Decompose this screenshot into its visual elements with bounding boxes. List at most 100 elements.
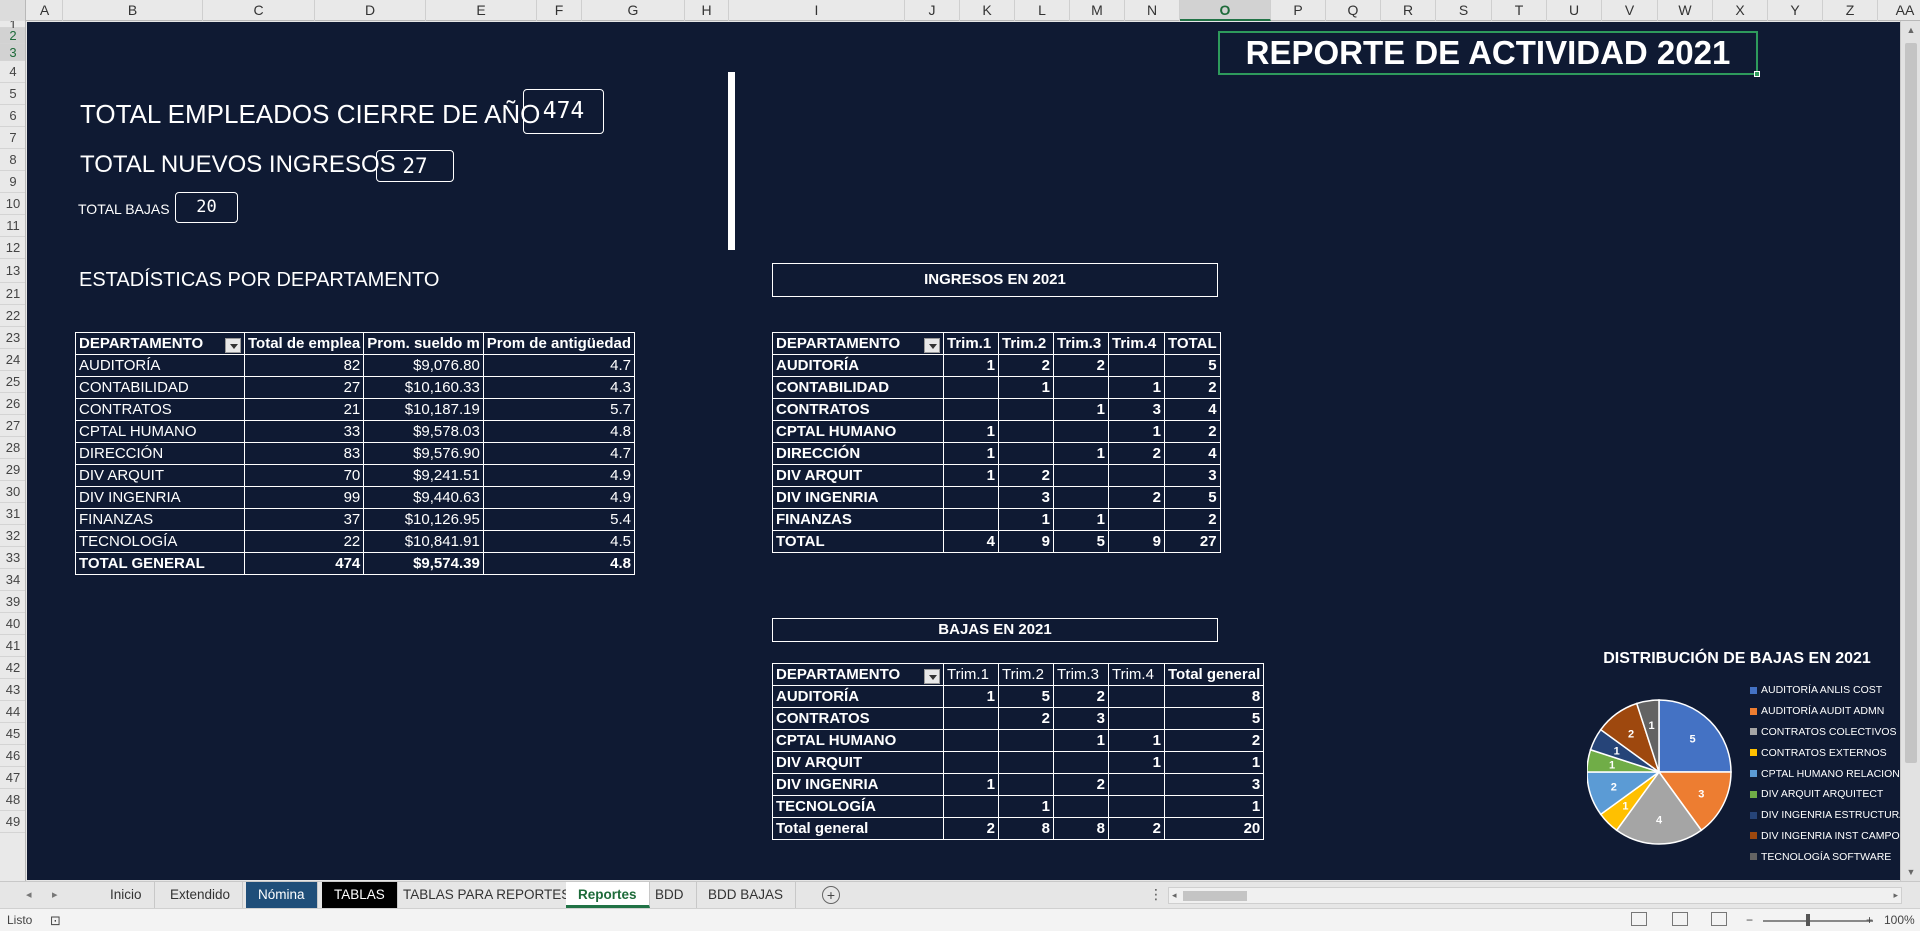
- dept_table-cell[interactable]: $9,578.03: [363, 420, 484, 443]
- row-header-31[interactable]: 31: [0, 503, 25, 525]
- bajas-cell[interactable]: 5: [1163, 707, 1265, 730]
- dept_table-cell[interactable]: $9,574.39: [363, 552, 484, 575]
- ingresos-cell[interactable]: [1053, 376, 1109, 399]
- ingresos-cell[interactable]: [998, 398, 1054, 421]
- zoom-out-icon[interactable]: −: [1746, 913, 1753, 927]
- bajas-cell[interactable]: 3: [1163, 773, 1265, 796]
- tab-scroll-right-icon[interactable]: ▸: [52, 888, 58, 901]
- ingresos-cell[interactable]: [943, 508, 999, 531]
- dept_table-header-cell[interactable]: Total de emplea: [243, 332, 365, 355]
- ingresos-cell[interactable]: CONTRATOS: [772, 398, 944, 421]
- column-header-y[interactable]: Y: [1768, 0, 1823, 21]
- ingresos-header-cell[interactable]: Trim.2: [998, 332, 1054, 355]
- column-header-v[interactable]: V: [1602, 0, 1658, 21]
- ingresos-cell[interactable]: [1108, 354, 1165, 377]
- dept-stats-table[interactable]: DEPARTAMENTO Total de emplea Prom. sueldo …: [75, 332, 635, 575]
- column-header-o[interactable]: O: [1180, 0, 1271, 21]
- plus-circle-icon[interactable]: +: [822, 886, 840, 904]
- ingresos-cell[interactable]: 2: [1164, 420, 1221, 443]
- bajas-header-cell[interactable]: Trim.2: [998, 663, 1054, 686]
- scroll-right-arrow-icon[interactable]: ▸: [1893, 888, 1898, 903]
- ingresos-cell[interactable]: 1: [943, 354, 999, 377]
- ingresos-total-row[interactable]: TOTAL 4 9 5 9 27: [772, 530, 1221, 553]
- ingresos-cell[interactable]: [1053, 464, 1109, 487]
- sheet-tab[interactable]: Extendido: [158, 882, 244, 908]
- column-header-p[interactable]: P: [1271, 0, 1326, 21]
- row-header-41[interactable]: 41: [0, 635, 25, 657]
- column-header-l[interactable]: L: [1015, 0, 1070, 21]
- ingresos-cell[interactable]: 1: [998, 376, 1054, 399]
- column-header-aa[interactable]: AA: [1878, 0, 1920, 21]
- dept_table-cell[interactable]: TECNOLOGÍA: [75, 530, 245, 553]
- bajas-cell[interactable]: 1: [1053, 729, 1109, 752]
- ingresos-row[interactable]: DIV INGENRIA 3 2 5: [772, 486, 1221, 509]
- column-header-g[interactable]: G: [582, 0, 685, 21]
- dept_table-cell[interactable]: CONTRATOS: [75, 398, 245, 421]
- fill-handle[interactable]: [1754, 71, 1760, 77]
- ingresos-row[interactable]: DIRECCIÓN 1 1 2 4: [772, 442, 1221, 465]
- dept_table-row[interactable]: DIRECCIÓN 83 $9,576.90 4.7: [75, 442, 635, 465]
- dept_table-row[interactable]: TECNOLOGÍA 22 $10,841.91 4.5: [75, 530, 635, 553]
- bajas-table[interactable]: DEPARTAMENTO Trim.1 Trim.2 Trim.3 Trim.4 Tota…: [772, 663, 1265, 840]
- column-header-x[interactable]: X: [1713, 0, 1768, 21]
- dept_table-cell[interactable]: $9,076.80: [363, 354, 484, 377]
- bajas-cell[interactable]: 3: [1053, 707, 1109, 730]
- sheet-tab[interactable]: Inicio: [98, 882, 155, 908]
- bajas-cell[interactable]: AUDITORÍA: [772, 685, 944, 708]
- dept_table-cell[interactable]: 4.3: [482, 376, 635, 399]
- tab-scroll-left-icon[interactable]: ◂: [26, 888, 32, 901]
- bajas-header-cell[interactable]: DEPARTAMENTO: [772, 663, 944, 686]
- dept_table-cell[interactable]: TOTAL GENERAL: [75, 552, 245, 575]
- ingresos-header-cell[interactable]: DEPARTAMENTO: [772, 332, 944, 355]
- row-header-33[interactable]: 33: [0, 547, 25, 569]
- bajas-cell[interactable]: DIV INGENRIA: [772, 773, 944, 796]
- ingresos-cell[interactable]: 1: [943, 442, 999, 465]
- bajas-header-cell[interactable]: Trim.1: [943, 663, 999, 686]
- column-header-q[interactable]: Q: [1326, 0, 1381, 21]
- zoom-in-icon[interactable]: +: [1866, 913, 1873, 927]
- bajas-header-cell[interactable]: Trim.3: [1053, 663, 1109, 686]
- ingresos-cell[interactable]: 5: [1053, 530, 1109, 553]
- column-header-j[interactable]: J: [905, 0, 960, 21]
- bajas-cell[interactable]: 2: [1163, 729, 1265, 752]
- ingresos-cell[interactable]: 3: [1108, 398, 1165, 421]
- column-header-h[interactable]: H: [685, 0, 729, 21]
- row-header-30[interactable]: 30: [0, 481, 25, 503]
- ingresos-row[interactable]: CONTABILIDAD 1 1 2: [772, 376, 1221, 399]
- ingresos-header-cell[interactable]: Trim.3: [1053, 332, 1109, 355]
- row-header-26[interactable]: 26: [0, 393, 25, 415]
- bajas-cell[interactable]: 8: [1163, 685, 1265, 708]
- filter-dropdown-icon[interactable]: [924, 337, 940, 353]
- ingresos-cell[interactable]: [1108, 464, 1165, 487]
- ingresos-cell[interactable]: 27: [1164, 530, 1221, 553]
- legend-item[interactable]: DIV INGENRIA INST CAMPO: [1750, 826, 1900, 847]
- ingresos-header-cell[interactable]: TOTAL: [1164, 332, 1221, 355]
- dept_table-cell[interactable]: 5.7: [482, 398, 635, 421]
- ingresos-header-cell[interactable]: Trim.4: [1108, 332, 1165, 355]
- column-header-k[interactable]: K: [960, 0, 1015, 21]
- dept_table-row[interactable]: CONTABILIDAD 27 $10,160.33 4.3: [75, 376, 635, 399]
- row-header-8[interactable]: 8: [0, 149, 25, 171]
- bajas-cell[interactable]: 8: [1053, 817, 1109, 840]
- legend-item[interactable]: DIV ARQUIT ARQUITECT: [1750, 784, 1900, 805]
- bajas-cell[interactable]: [998, 773, 1054, 796]
- column-header-i[interactable]: I: [729, 0, 905, 21]
- zoom-slider-track[interactable]: [1763, 920, 1873, 922]
- bajas-row[interactable]: DIV INGENRIA 1 2 3: [772, 773, 1265, 796]
- bajas-row[interactable]: TECNOLOGÍA 1 1: [772, 795, 1265, 818]
- ingresos-cell[interactable]: [1108, 508, 1165, 531]
- filter-dropdown-icon[interactable]: [924, 668, 940, 684]
- row-header-47[interactable]: 47: [0, 767, 25, 789]
- row-header-12[interactable]: 12: [0, 237, 25, 259]
- bajas-total-row[interactable]: Total general 2 8 8 2 20: [772, 817, 1265, 840]
- ingresos-cell[interactable]: 9: [1108, 530, 1165, 553]
- ingresos-cell[interactable]: 3: [1164, 464, 1221, 487]
- row-header-39[interactable]: 39: [0, 591, 25, 613]
- dept_table-cell[interactable]: 4.7: [482, 354, 635, 377]
- ingresos-cell[interactable]: 1: [943, 464, 999, 487]
- dept_table-cell[interactable]: 27: [243, 376, 365, 399]
- horizontal-scroll-thumb[interactable]: [1183, 891, 1247, 901]
- ingresos-cell[interactable]: CPTAL HUMANO: [772, 420, 944, 443]
- ingresos-cell[interactable]: 4: [943, 530, 999, 553]
- scroll-left-arrow-icon[interactable]: ◂: [1172, 888, 1177, 903]
